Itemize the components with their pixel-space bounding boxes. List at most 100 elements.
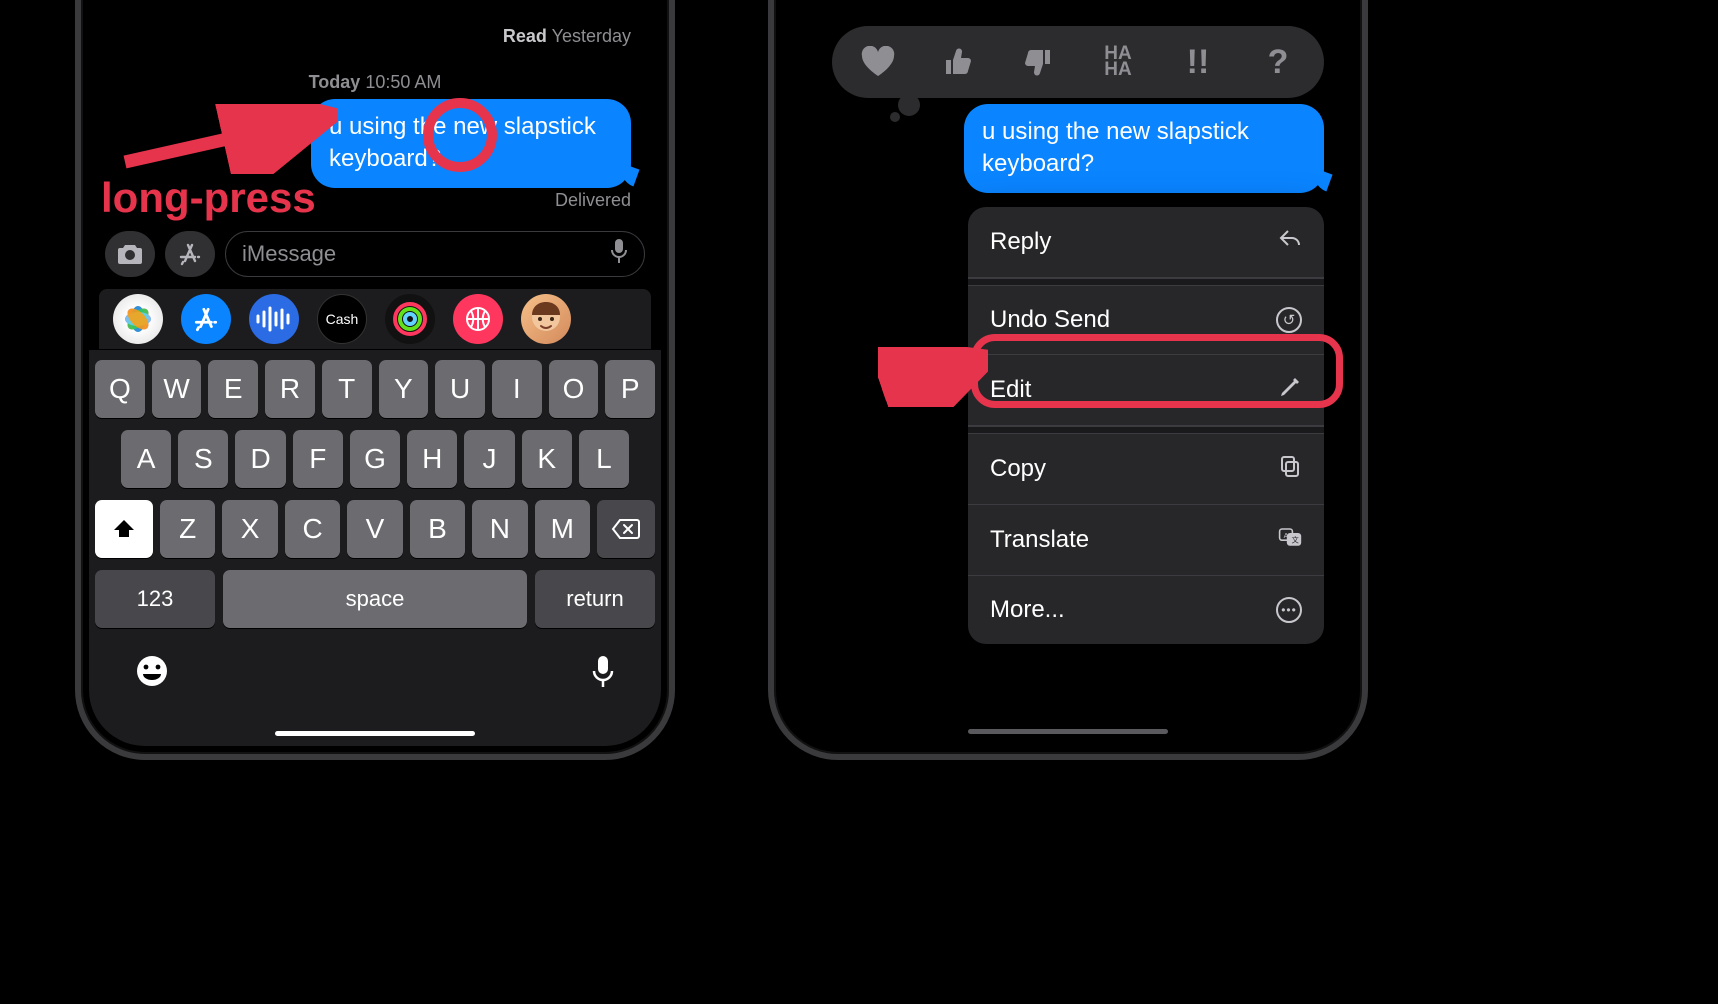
home-indicator[interactable] bbox=[968, 729, 1168, 734]
audio-messages-app-icon[interactable] bbox=[249, 294, 299, 344]
key-n[interactable]: N bbox=[472, 500, 527, 558]
apple-cash-app-icon[interactable]: Cash bbox=[317, 294, 367, 344]
menu-translate[interactable]: Translate A 文 bbox=[968, 505, 1324, 576]
key-return[interactable]: return bbox=[535, 570, 655, 628]
emoji-icon bbox=[135, 654, 169, 688]
message-text: u using the new slapstick keyboard? bbox=[329, 113, 596, 172]
key-x[interactable]: X bbox=[222, 500, 277, 558]
key-o[interactable]: O bbox=[549, 360, 599, 418]
heart-icon bbox=[860, 46, 896, 78]
emoji-button[interactable] bbox=[135, 654, 169, 698]
waveform-icon bbox=[254, 306, 294, 332]
menu-reply[interactable]: Reply bbox=[968, 207, 1324, 278]
sent-message-bubble[interactable]: u using the new slapstick keyboard? bbox=[964, 104, 1324, 193]
compose-row: iMessage bbox=[105, 229, 645, 279]
tapback-thumbs-up[interactable] bbox=[936, 40, 980, 84]
key-l[interactable]: L bbox=[579, 430, 629, 488]
dictate-button[interactable] bbox=[591, 654, 615, 698]
key-q[interactable]: Q bbox=[95, 360, 145, 418]
read-label: Read bbox=[503, 26, 547, 46]
menu-undo-label: Undo Send bbox=[990, 306, 1110, 334]
svg-text:文: 文 bbox=[1292, 536, 1299, 545]
key-k[interactable]: K bbox=[522, 430, 572, 488]
menu-undo-send[interactable]: Undo Send ↺ bbox=[968, 286, 1324, 355]
menu-edit-label: Edit bbox=[990, 376, 1031, 404]
key-d[interactable]: D bbox=[235, 430, 285, 488]
home-indicator[interactable] bbox=[275, 731, 475, 736]
message-input[interactable]: iMessage bbox=[225, 231, 645, 277]
key-y[interactable]: Y bbox=[379, 360, 429, 418]
tapback-tray[interactable]: HAHA !! ? bbox=[832, 26, 1324, 98]
keyboard-row-1: Q W E R T Y U I O P bbox=[95, 360, 655, 418]
key-i[interactable]: I bbox=[492, 360, 542, 418]
key-r[interactable]: R bbox=[265, 360, 315, 418]
photos-app-icon[interactable] bbox=[113, 294, 163, 344]
message-placeholder: iMessage bbox=[242, 241, 336, 267]
keyboard[interactable]: Q W E R T Y U I O P A S D F G H J K L bbox=[89, 350, 661, 746]
key-v[interactable]: V bbox=[347, 500, 402, 558]
read-receipt: Read Yesterday bbox=[503, 26, 631, 47]
photos-flower-icon bbox=[121, 302, 155, 336]
key-numbers[interactable]: 123 bbox=[95, 570, 215, 628]
menu-reply-label: Reply bbox=[990, 228, 1051, 256]
tapback-question[interactable]: ? bbox=[1256, 40, 1300, 84]
key-f[interactable]: F bbox=[293, 430, 343, 488]
tapback-haha[interactable]: HAHA bbox=[1096, 40, 1140, 84]
iphone-frame-right: HAHA !! ? u using the new slapstick keyb… bbox=[768, 0, 1368, 760]
key-delete[interactable] bbox=[597, 500, 655, 558]
shift-icon bbox=[112, 517, 136, 541]
read-time: Yesterday bbox=[552, 26, 631, 46]
key-m[interactable]: M bbox=[535, 500, 590, 558]
tapback-heart[interactable] bbox=[856, 40, 900, 84]
key-s[interactable]: S bbox=[178, 430, 228, 488]
copy-icon bbox=[1278, 454, 1302, 484]
key-c[interactable]: C bbox=[285, 500, 340, 558]
key-e[interactable]: E bbox=[208, 360, 258, 418]
conversation-timestamp: Today 10:50 AM bbox=[89, 72, 661, 93]
menu-more-label: More... bbox=[990, 596, 1065, 624]
keyboard-bottom-row bbox=[95, 640, 655, 698]
sent-message-bubble[interactable]: u using the new slapstick keyboard? bbox=[311, 99, 631, 188]
key-u[interactable]: U bbox=[435, 360, 485, 418]
key-b[interactable]: B bbox=[410, 500, 465, 558]
key-j[interactable]: J bbox=[464, 430, 514, 488]
key-z[interactable]: Z bbox=[160, 500, 215, 558]
menu-more[interactable]: More... ••• bbox=[968, 576, 1324, 644]
memoji-app-icon[interactable] bbox=[521, 294, 571, 344]
menu-copy[interactable]: Copy bbox=[968, 434, 1324, 505]
key-t[interactable]: T bbox=[322, 360, 372, 418]
key-p[interactable]: P bbox=[605, 360, 655, 418]
app-store-icon bbox=[192, 305, 220, 333]
key-w[interactable]: W bbox=[152, 360, 202, 418]
apple-cash-label: Cash bbox=[326, 311, 359, 327]
message-text: u using the new slapstick keyboard? bbox=[982, 118, 1249, 177]
svg-text:A: A bbox=[1284, 531, 1289, 540]
menu-edit[interactable]: Edit bbox=[968, 355, 1324, 426]
key-g[interactable]: G bbox=[350, 430, 400, 488]
key-h[interactable]: H bbox=[407, 430, 457, 488]
camera-button[interactable] bbox=[105, 231, 155, 277]
menu-separator bbox=[968, 278, 1324, 286]
keyboard-row-3: Z X C V B N M bbox=[95, 500, 655, 558]
app-store-app-icon[interactable] bbox=[181, 294, 231, 344]
camera-icon bbox=[116, 242, 144, 266]
hashtag-images-app-icon[interactable] bbox=[453, 294, 503, 344]
imessage-app-strip[interactable]: Cash bbox=[99, 289, 651, 349]
timestamp-day: Today bbox=[309, 72, 361, 92]
tapback-thumbs-down[interactable] bbox=[1016, 40, 1060, 84]
screen-left: Read Yesterday Today 10:50 AM u using th… bbox=[89, 0, 661, 746]
memoji-face-icon bbox=[526, 299, 566, 339]
menu-translate-label: Translate bbox=[990, 526, 1089, 554]
app-store-a-icon bbox=[177, 241, 203, 267]
fitness-app-icon[interactable] bbox=[385, 294, 435, 344]
reply-icon bbox=[1278, 227, 1302, 257]
key-shift[interactable] bbox=[95, 500, 153, 558]
microphone-icon bbox=[591, 654, 615, 690]
dictation-icon[interactable] bbox=[610, 237, 628, 271]
key-space[interactable]: space bbox=[223, 570, 527, 628]
key-a[interactable]: A bbox=[121, 430, 171, 488]
thumbs-down-icon bbox=[1022, 46, 1054, 78]
delivered-status: Delivered bbox=[555, 190, 631, 211]
tapback-exclaim[interactable]: !! bbox=[1176, 40, 1220, 84]
app-drawer-button[interactable] bbox=[165, 231, 215, 277]
